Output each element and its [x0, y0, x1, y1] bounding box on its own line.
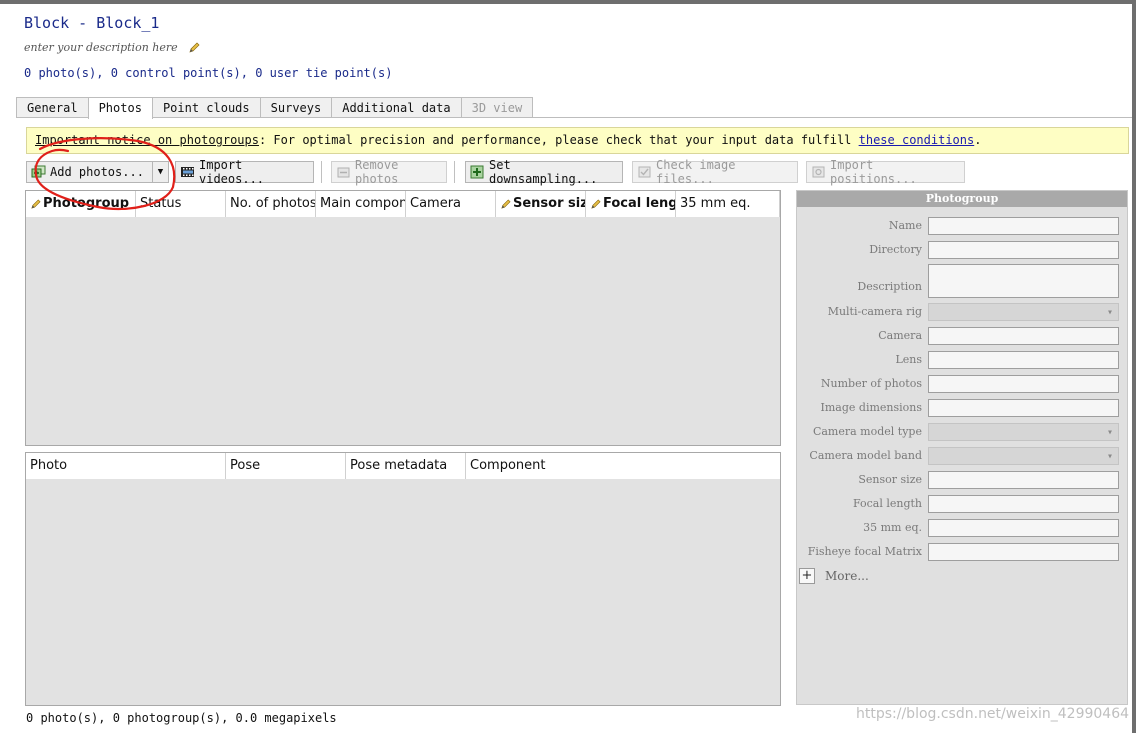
property-label: Lens	[895, 353, 922, 366]
property-label: Camera model band	[809, 449, 922, 462]
panel-title: Photogroup	[797, 191, 1127, 207]
remove-photos-label: Remove photos	[355, 158, 399, 186]
watermark: https://blog.csdn.net/weixin_42990464	[856, 706, 1130, 722]
import-positions-icon	[812, 166, 825, 178]
photogroup-properties-panel: Photogroup Name Directory Description Mu…	[796, 190, 1128, 705]
add-photos-button[interactable]: Add photos... ▼	[26, 161, 169, 183]
set-downsampling-label: Set downsampling...	[489, 158, 598, 186]
block-counts: 0 photo(s), 0 control point(s), 0 user t…	[24, 66, 393, 80]
toolbar-separator	[321, 161, 322, 183]
property-label: Sensor size	[858, 473, 922, 486]
description-placeholder: enter your description here	[24, 41, 178, 54]
check-image-files-label: Check image files...	[656, 158, 736, 186]
image-dimensions-field[interactable]	[928, 399, 1119, 417]
sensor-size-field[interactable]	[928, 471, 1119, 489]
more-toggle[interactable]: + More...	[799, 568, 869, 584]
pencil-icon	[31, 198, 41, 209]
property-label: Camera model type	[812, 425, 922, 438]
fisheye-focal-matrix-field[interactable]	[928, 543, 1119, 561]
photogroup-table-header: Photogroup Status No. of photos Main com…	[26, 191, 780, 217]
tab-point-clouds[interactable]: Point clouds	[151, 97, 261, 118]
tab-additional-data[interactable]: Additional data	[331, 97, 462, 118]
column-photo[interactable]: Photo	[26, 453, 226, 479]
status-bar: 0 photo(s), 0 photogroup(s), 0.0 megapix…	[26, 711, 337, 725]
notice-text: : For optimal precision and performance,…	[258, 133, 859, 147]
pencil-icon[interactable]	[188, 42, 200, 54]
column-pose[interactable]: Pose	[226, 453, 346, 479]
photo-table[interactable]: Photo Pose Pose metadata Component	[25, 452, 781, 706]
column-camera[interactable]: Camera	[406, 191, 496, 217]
more-label: More...	[825, 569, 869, 583]
property-label: Multi-camera rig	[827, 305, 922, 318]
column-photogroup[interactable]: Photogroup	[26, 191, 136, 217]
column-pose-metadata[interactable]: Pose metadata	[346, 453, 466, 479]
tab-3d-view[interactable]: 3D view	[460, 97, 534, 118]
camera-model-type-select[interactable]	[928, 423, 1119, 441]
property-label: Description	[857, 280, 922, 293]
import-positions-label: Import positions...	[830, 158, 917, 186]
property-label: Focal length	[852, 497, 922, 510]
column-component[interactable]: Component	[466, 453, 780, 479]
directory-field[interactable]	[928, 241, 1119, 259]
notice-end: .	[974, 133, 982, 147]
tab-photos[interactable]: Photos	[87, 97, 153, 119]
check-image-files-button[interactable]: Check image files...	[632, 158, 798, 186]
import-videos-label: Import videos...	[199, 158, 265, 186]
property-label: Image dimensions	[820, 401, 922, 414]
pencil-icon	[501, 198, 511, 209]
downsampling-icon	[470, 165, 484, 179]
photo-table-header: Photo Pose Pose metadata Component	[26, 453, 780, 479]
film-icon	[181, 167, 194, 177]
property-label: Directory	[869, 243, 922, 256]
dropdown-arrow-icon[interactable]: ▼	[152, 162, 168, 182]
description-textarea[interactable]	[928, 264, 1119, 298]
add-photo-icon	[31, 165, 46, 178]
description-field[interactable]: enter your description here	[24, 41, 200, 54]
lens-field[interactable]	[928, 351, 1119, 369]
name-field[interactable]	[928, 217, 1119, 235]
notice-link[interactable]: these conditions	[859, 133, 975, 147]
tab-general[interactable]: General	[16, 97, 89, 118]
number-of-photos-field[interactable]	[928, 375, 1119, 393]
import-positions-button[interactable]: Import positions...	[806, 158, 965, 186]
property-label: Number of photos	[820, 377, 922, 390]
plus-icon[interactable]: +	[799, 568, 815, 584]
remove-photo-icon	[337, 167, 350, 178]
pencil-icon	[591, 198, 601, 209]
set-downsampling-button[interactable]: Set downsampling...	[465, 158, 623, 186]
camera-field[interactable]	[928, 327, 1119, 345]
window-top-border	[0, 0, 1136, 4]
multi-camera-rig-select[interactable]	[928, 303, 1119, 321]
property-label: Camera	[878, 329, 922, 342]
column-status[interactable]: Status	[136, 191, 226, 217]
property-label: Name	[888, 219, 922, 232]
column-focal-length[interactable]: Focal length	[586, 191, 676, 217]
tab-surveys[interactable]: Surveys	[259, 97, 333, 118]
property-label: 35 mm eq.	[863, 521, 922, 534]
toolbar-separator	[454, 161, 455, 183]
notice-title[interactable]: Important notice on photogroups	[35, 133, 259, 147]
column-sensor-size[interactable]: Sensor size	[496, 191, 586, 217]
add-photos-label: Add photos...	[50, 165, 144, 179]
check-files-icon	[638, 166, 651, 178]
35mm-eq-field[interactable]	[928, 519, 1119, 537]
column-no-of-photos[interactable]: No. of photos	[226, 191, 316, 217]
tab-divider	[16, 117, 1132, 118]
column-main-component[interactable]: Main component	[316, 191, 406, 217]
property-label: Fisheye focal Matrix	[807, 545, 922, 558]
window-right-border	[1132, 0, 1136, 733]
column-35mm-eq[interactable]: 35 mm eq.	[676, 191, 780, 217]
photogroup-notice: Important notice on photogroups: For opt…	[26, 127, 1129, 154]
block-title: Block - Block_1	[24, 14, 160, 32]
tab-bar: General Photos Point clouds Surveys Addi…	[16, 97, 534, 119]
photogroup-table[interactable]: Photogroup Status No. of photos Main com…	[25, 190, 781, 446]
camera-model-band-select[interactable]	[928, 447, 1119, 465]
remove-photos-button[interactable]: Remove photos	[331, 158, 447, 186]
import-videos-button[interactable]: Import videos...	[175, 158, 314, 186]
focal-length-field[interactable]	[928, 495, 1119, 513]
